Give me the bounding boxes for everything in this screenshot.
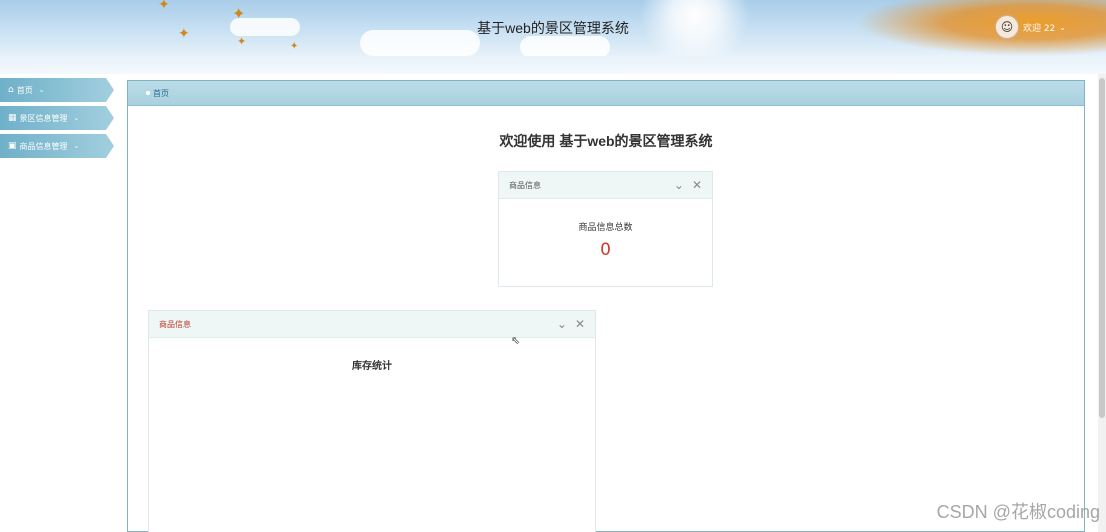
breadcrumb-dot-icon [146, 91, 150, 95]
product-count-panel: 商品信息 ⌄ ✕ 商品信息总数 0 [498, 171, 713, 287]
grid-icon: ▦ [8, 113, 17, 123]
shop-icon: ▣ [8, 141, 17, 151]
sidebar-item-label: 景区信息管理 [19, 113, 68, 123]
panel-header: 商品信息 ⌄ ✕ [149, 311, 595, 338]
sidebar: ⌂ 首页 ⌄ ▦ 景区信息管理 ⌄ ▣ 商品信息管理 ⌄ [0, 78, 120, 162]
user-avatar-icon: ☺ [994, 15, 1019, 39]
vertical-scrollbar[interactable] [1098, 74, 1106, 532]
user-name: 欢迎 22 [1022, 23, 1056, 34]
scrollbar-thumb[interactable] [1099, 78, 1105, 418]
sidebar-item-label: 商品信息管理 [19, 141, 68, 151]
app-title: 基于web的景区管理系统 [477, 20, 629, 36]
sidebar-item-home[interactable]: ⌂ 首页 ⌄ [0, 78, 114, 102]
app-header: ✦ ✦ ✦ ✦ ✦ 基于web的景区管理系统 ☺ 欢迎 22 ⌄ [0, 0, 1106, 56]
chevron-down-icon[interactable]: ⌄ [557, 317, 567, 331]
header-subband [0, 56, 1106, 74]
stat-label: 商品信息总数 [578, 223, 633, 233]
close-icon[interactable]: ✕ [692, 178, 702, 192]
main-content: 首页 欢迎使用 基于web的景区管理系统 商品信息 ⌄ ✕ 商品信息总数 0 商… [127, 80, 1085, 532]
sidebar-item-label: 首页 [16, 85, 33, 95]
chart-title: 库存统计 [352, 361, 392, 372]
inventory-chart-panel: 商品信息 ⌄ ✕ 库存统计 [148, 310, 596, 532]
header-cloud-decoration [520, 36, 610, 56]
stat-value: 0 [600, 240, 611, 260]
chevron-down-icon: ⌄ [38, 86, 45, 94]
panel-actions: ⌄ ✕ [674, 178, 702, 192]
page-title: 欢迎使用 基于web的景区管理系统 [499, 133, 713, 149]
chevron-down-icon: ⌄ [1059, 22, 1066, 32]
close-icon[interactable]: ✕ [575, 317, 585, 331]
leaf-decoration: ✦ [158, 0, 170, 13]
user-menu[interactable]: ☺ 欢迎 22 ⌄ [994, 15, 1066, 39]
breadcrumb-home-link[interactable]: 首页 [153, 88, 169, 99]
home-icon: ⌂ [8, 85, 14, 95]
chevron-down-icon: ⌄ [73, 142, 80, 150]
chevron-down-icon[interactable]: ⌄ [674, 178, 684, 192]
panel-title: 商品信息 [159, 319, 191, 329]
leaf-decoration: ✦ [290, 41, 299, 52]
mouse-cursor-icon: ⇖ [511, 334, 521, 347]
chevron-down-icon: ⌄ [73, 114, 80, 122]
panel-actions: ⌄ ✕ [557, 317, 585, 331]
panel-header: 商品信息 ⌄ ✕ [499, 172, 712, 199]
breadcrumb: 首页 [128, 81, 1084, 106]
watermark: CSDN @花椒coding [936, 502, 1100, 522]
sidebar-item-scenic-management[interactable]: ▦ 景区信息管理 ⌄ [0, 106, 114, 130]
sidebar-item-product-management[interactable]: ▣ 商品信息管理 ⌄ [0, 134, 114, 158]
panel-title: 商品信息 [509, 180, 541, 190]
